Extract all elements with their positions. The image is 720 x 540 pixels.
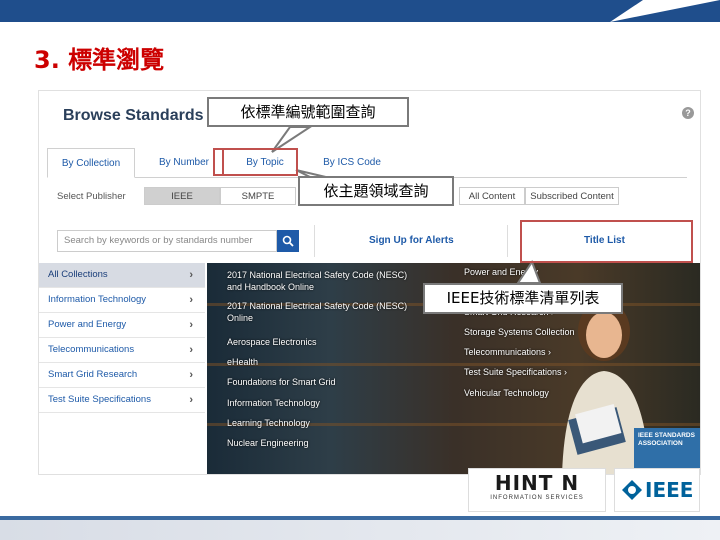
logo-strip: HINT N INFORMATION SERVICES IEEE [468, 468, 700, 512]
hinton-subtitle: INFORMATION SERVICES [490, 495, 584, 501]
ieee-logo: IEEE [614, 468, 700, 512]
footer-band [0, 520, 720, 540]
hinton-logo: HINT N INFORMATION SERVICES [468, 468, 606, 512]
title-list-highlight-box [520, 220, 693, 263]
callout-title-list: IEEE技術標準清單列表 [423, 283, 623, 314]
by-topic-highlight-box [222, 148, 298, 176]
ieee-wordmark: IEEE [645, 478, 694, 502]
hinton-wordmark: HINT N [494, 471, 580, 495]
callout-topic: 依主題領域查詢 [298, 176, 454, 206]
ieee-diamond-icon [622, 480, 642, 500]
callout-pointers [271, 126, 542, 284]
